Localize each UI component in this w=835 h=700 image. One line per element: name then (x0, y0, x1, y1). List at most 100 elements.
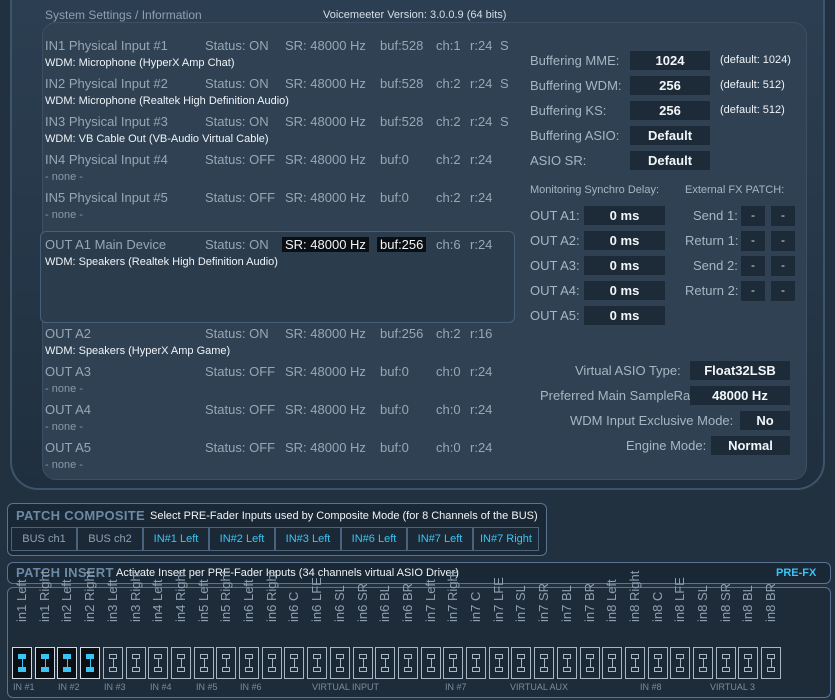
insert-channel-column: in5 Left (193, 579, 215, 644)
insert-toggle[interactable] (488, 647, 509, 679)
insert-channel-column: in7 BL (556, 585, 578, 644)
insert-channel-label: in6 BL (377, 585, 393, 622)
insert-toggle[interactable] (284, 647, 305, 679)
insert-toggle[interactable] (57, 647, 78, 679)
device-name[interactable]: OUT A4 (45, 402, 91, 417)
device-name[interactable]: IN1 Physical Input #1 (45, 38, 168, 53)
composite-button[interactable]: BUS ch2 (77, 527, 143, 551)
insert-toggle[interactable] (624, 647, 645, 679)
buffering-value[interactable]: Default (630, 151, 710, 170)
device-samplerate: SR: 48000 Hz (285, 364, 366, 379)
buffering-default: (default: 1024) (720, 54, 791, 66)
engine-value[interactable]: Normal (711, 436, 790, 455)
insert-toggle[interactable] (12, 647, 32, 679)
device-name[interactable]: IN3 Physical Input #3 (45, 114, 168, 129)
buffering-value[interactable]: Default (630, 126, 710, 145)
sync-value[interactable]: 0 ms (584, 256, 665, 275)
insert-toggle[interactable] (239, 647, 259, 679)
insert-toggle[interactable] (352, 647, 373, 679)
buffering-value[interactable]: 256 (630, 101, 710, 120)
buffering-default: (default: 512) (720, 104, 785, 116)
fx-button-b[interactable]: - (771, 256, 795, 276)
device-samplerate: SR: 48000 Hz (285, 152, 366, 167)
sync-value[interactable]: 0 ms (584, 281, 665, 300)
insert-toggle[interactable] (193, 647, 214, 679)
insert-toggle-icon (407, 659, 409, 667)
device-name[interactable]: OUT A3 (45, 364, 91, 379)
insert-toggle[interactable] (397, 647, 418, 679)
insert-toggle[interactable] (647, 647, 668, 679)
composite-button[interactable]: IN#6 Left (341, 527, 407, 551)
insert-toggle[interactable] (148, 647, 169, 679)
insert-toggle[interactable] (602, 647, 623, 679)
insert-channel-column: in8 BR (760, 583, 782, 644)
insert-toggle[interactable] (579, 647, 600, 679)
device-name[interactable]: OUT A1 Main Device (45, 237, 166, 252)
engine-value[interactable]: Float32LSB (690, 361, 790, 380)
fx-button-b[interactable]: - (771, 206, 795, 226)
insert-toggle-icon (317, 659, 319, 667)
insert-toggle-icon (721, 667, 730, 672)
buffering-value[interactable]: 1024 (630, 51, 710, 70)
fx-label: Return 2: (685, 283, 739, 298)
insert-toggle[interactable] (715, 647, 736, 679)
device-name[interactable]: IN2 Physical Input #2 (45, 76, 168, 91)
insert-toggle[interactable] (307, 647, 328, 679)
insert-toggle[interactable] (216, 647, 237, 679)
insert-toggle[interactable] (102, 647, 123, 679)
sync-value[interactable]: 0 ms (584, 206, 665, 225)
fx-button-a[interactable]: - (741, 206, 765, 226)
engine-value[interactable]: No (740, 411, 790, 430)
pre-fx-toggle[interactable]: PRE-FX (776, 567, 816, 579)
fx-button-b[interactable]: - (771, 281, 795, 301)
insert-toggle[interactable] (466, 647, 486, 679)
insert-channel-label: in5 Right (218, 570, 234, 622)
insert-toggle[interactable] (556, 647, 577, 679)
fx-button-a[interactable]: - (741, 231, 765, 251)
composite-button[interactable]: IN#1 Left (143, 527, 209, 551)
insert-toggle[interactable] (693, 647, 713, 679)
insert-channel-label: in3 Left (104, 579, 120, 622)
insert-toggle[interactable] (443, 647, 464, 679)
insert-toggle[interactable] (329, 647, 350, 679)
insert-toggle[interactable] (511, 647, 532, 679)
insert-toggle[interactable] (375, 647, 396, 679)
insert-toggle[interactable] (420, 647, 441, 679)
insert-toggle[interactable] (170, 647, 191, 679)
fx-button-b[interactable]: - (771, 231, 795, 251)
insert-toggle[interactable] (670, 647, 691, 679)
device-channels: ch:0 (436, 440, 461, 455)
insert-toggle-icon (771, 659, 773, 667)
device-resolution: r:24 (470, 76, 493, 91)
composite-button[interactable]: IN#2 Left (209, 527, 275, 551)
device-name[interactable]: IN4 Physical Input #4 (45, 152, 168, 167)
device-name[interactable]: OUT A5 (45, 440, 91, 455)
engine-value[interactable]: 48000 Hz (690, 386, 790, 405)
buffering-value[interactable]: 256 (630, 76, 710, 95)
insert-toggle[interactable] (80, 647, 101, 679)
insert-toggle[interactable] (125, 647, 146, 679)
composite-button[interactable]: IN#3 Left (275, 527, 341, 551)
fx-button-a[interactable]: - (741, 256, 765, 276)
insert-toggle-icon (403, 667, 412, 672)
insert-channel-column: in2 Left (56, 579, 78, 644)
insert-toggle[interactable] (761, 647, 782, 679)
insert-toggle[interactable] (534, 647, 555, 679)
insert-toggle-icon (267, 667, 276, 672)
insert-channel-label: in8 Left (604, 579, 620, 622)
device-name[interactable]: OUT A2 (45, 326, 91, 341)
sync-value[interactable]: 0 ms (584, 231, 665, 250)
device-flag: S (500, 38, 509, 53)
sync-value[interactable]: 0 ms (584, 306, 665, 325)
insert-channel-label: in5 Left (195, 579, 211, 622)
fx-button-a[interactable]: - (741, 281, 765, 301)
device-status: Status: OFF (205, 402, 276, 417)
composite-button[interactable]: IN#7 Left (407, 527, 473, 551)
composite-button[interactable]: BUS ch1 (11, 527, 77, 551)
device-name[interactable]: IN5 Physical Input #5 (45, 190, 168, 205)
insert-toggle[interactable] (261, 647, 282, 679)
insert-toggle[interactable] (738, 647, 759, 679)
composite-button[interactable]: IN#7 Right (473, 527, 539, 551)
insert-toggle[interactable] (34, 647, 55, 679)
insert-toggle-icon (472, 667, 480, 672)
